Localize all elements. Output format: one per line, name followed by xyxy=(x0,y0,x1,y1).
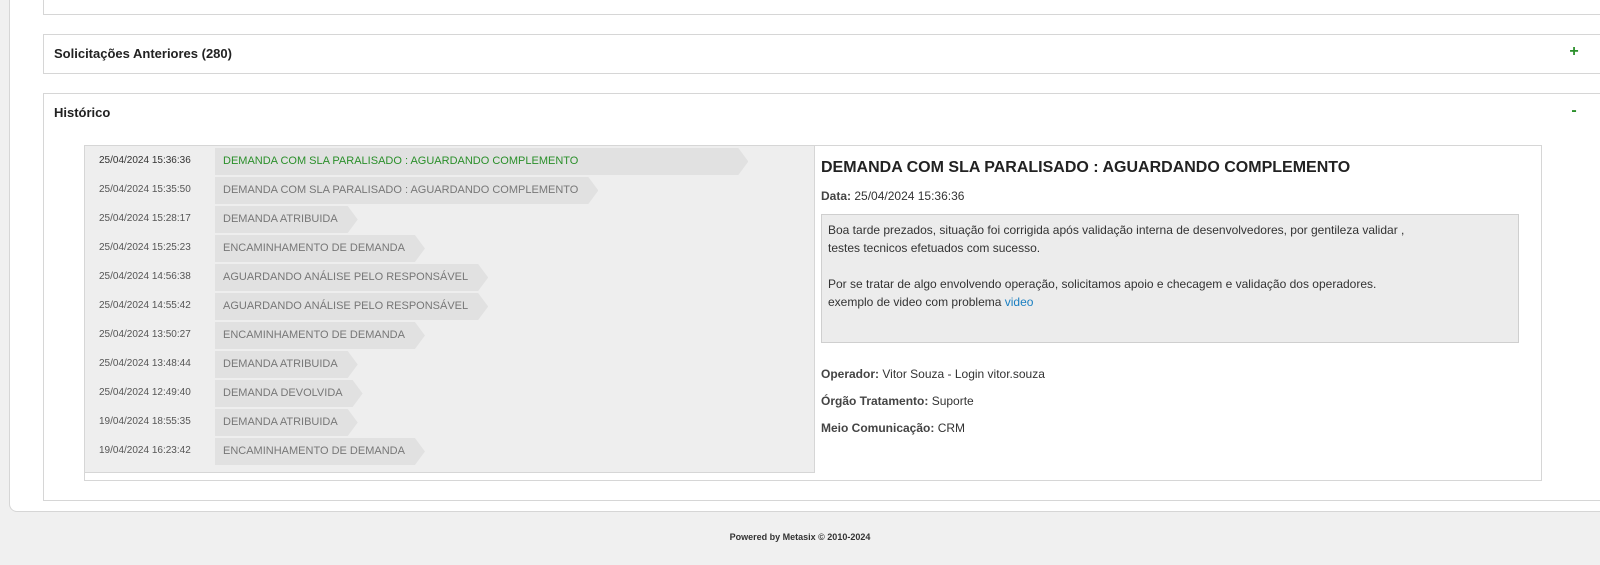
timeline-status: ENCAMINHAMENTO DE DEMANDA xyxy=(215,322,425,349)
video-link[interactable]: video xyxy=(1005,295,1034,309)
timeline-date: 25/04/2024 12:49:40 xyxy=(99,387,191,398)
panel-history: Histórico - 25/04/2024 15:36:36 DEMANDA … xyxy=(43,93,1600,501)
panel-previous-requests: Solicitações Anteriores (280) + xyxy=(43,34,1600,74)
message-line: Boa tarde prezados, situação foi corrigi… xyxy=(828,223,1405,237)
timeline-row[interactable]: 25/04/2024 13:50:27 ENCAMINHAMENTO DE DE… xyxy=(85,320,815,349)
timeline-row[interactable]: 19/04/2024 16:23:42 ENCAMINHAMENTO DE DE… xyxy=(85,436,815,465)
history-detail: DEMANDA COM SLA PARALISADO : AGUARDANDO … xyxy=(821,146,1537,476)
panel-previous-requests-title[interactable]: Solicitações Anteriores (280) xyxy=(54,46,232,61)
message-line: Por se tratar de algo envolvendo operaçã… xyxy=(828,277,1377,291)
detail-operator: Operador: Vitor Souza - Login vitor.souz… xyxy=(821,367,1045,381)
timeline-row[interactable]: 25/04/2024 15:35:50 DEMANDA COM SLA PARA… xyxy=(85,175,815,204)
operator-label: Operador: xyxy=(821,367,880,381)
timeline-date: 25/04/2024 13:48:44 xyxy=(99,358,191,369)
footer-powered-by: Powered by Metasix © 2010-2024 xyxy=(729,532,871,542)
timeline-row[interactable]: 25/04/2024 15:28:17 DEMANDA ATRIBUIDA xyxy=(85,204,815,233)
channel-value: CRM xyxy=(937,421,966,435)
timeline-row[interactable]: 25/04/2024 12:49:40 DEMANDA DEVOLVIDA xyxy=(85,378,815,407)
timeline-date: 25/04/2024 15:35:50 xyxy=(99,184,191,195)
timeline-status: DEMANDA DEVOLVIDA xyxy=(215,380,363,407)
timeline-date: 25/04/2024 15:25:23 xyxy=(99,242,191,253)
timeline-date: 19/04/2024 18:55:35 xyxy=(99,416,191,427)
detail-channel: Meio Comunicação: CRM xyxy=(821,421,965,435)
timeline-status: DEMANDA ATRIBUIDA xyxy=(215,351,358,378)
timeline-date: 25/04/2024 14:55:42 xyxy=(99,300,191,311)
timeline-row[interactable]: 25/04/2024 15:25:23 ENCAMINHAMENTO DE DE… xyxy=(85,233,815,262)
timeline-row[interactable]: 25/04/2024 15:36:36 DEMANDA COM SLA PARA… xyxy=(85,146,815,175)
operator-value: Vitor Souza - Login vitor.souza xyxy=(882,367,1045,381)
org-label: Órgão Tratamento: xyxy=(821,394,929,408)
detail-date-label: Data: xyxy=(821,189,852,203)
history-container: 25/04/2024 15:36:36 DEMANDA COM SLA PARA… xyxy=(84,145,1542,481)
expand-icon[interactable]: + xyxy=(1567,43,1581,61)
detail-date: Data: 25/04/2024 15:36:36 xyxy=(821,189,964,203)
collapse-icon[interactable]: - xyxy=(1567,102,1581,120)
message-line: testes tecnicos efetuados com sucesso. xyxy=(828,241,1041,255)
timeline-status: ENCAMINHAMENTO DE DEMANDA xyxy=(215,235,425,262)
timeline-row[interactable]: 25/04/2024 14:56:38 AGUARDANDO ANÁLISE P… xyxy=(85,262,815,291)
timeline-row[interactable]: 19/04/2024 18:55:35 DEMANDA ATRIBUIDA xyxy=(85,407,815,436)
detail-org: Órgão Tratamento: Suporte xyxy=(821,394,974,408)
timeline-date: 25/04/2024 15:36:36 xyxy=(99,155,191,166)
timeline-date: 25/04/2024 14:56:38 xyxy=(99,271,191,282)
timeline-date: 25/04/2024 15:28:17 xyxy=(99,213,191,224)
timeline-status: ENCAMINHAMENTO DE DEMANDA xyxy=(215,438,425,465)
panel-history-title[interactable]: Histórico xyxy=(54,105,110,120)
org-value: Suporte xyxy=(931,394,974,408)
panel-collapsed-top xyxy=(43,0,1600,15)
timeline-date: 25/04/2024 13:50:27 xyxy=(99,329,191,340)
detail-date-value: 25/04/2024 15:36:36 xyxy=(854,189,965,203)
channel-label: Meio Comunicação: xyxy=(821,421,935,435)
message-line-text: exemplo de video com problema xyxy=(828,295,1005,309)
detail-message: Boa tarde prezados, situação foi corrigi… xyxy=(821,214,1519,343)
timeline-status: DEMANDA COM SLA PARALISADO : AGUARDANDO … xyxy=(215,148,748,175)
detail-title: DEMANDA COM SLA PARALISADO : AGUARDANDO … xyxy=(821,159,1351,176)
timeline-row[interactable]: 25/04/2024 13:48:44 DEMANDA ATRIBUIDA xyxy=(85,349,815,378)
timeline-status: DEMANDA ATRIBUIDA xyxy=(215,409,358,436)
timeline-status: AGUARDANDO ANÁLISE PELO RESPONSÁVEL xyxy=(215,264,488,291)
timeline-status: DEMANDA COM SLA PARALISADO : AGUARDANDO … xyxy=(215,177,598,204)
timeline-date: 19/04/2024 16:23:42 xyxy=(99,445,191,456)
timeline-status: AGUARDANDO ANÁLISE PELO RESPONSÁVEL xyxy=(215,293,488,320)
message-line: exemplo de video com problema video xyxy=(828,293,1512,311)
history-timeline: 25/04/2024 15:36:36 DEMANDA COM SLA PARA… xyxy=(85,146,815,473)
timeline-row[interactable]: 25/04/2024 14:55:42 AGUARDANDO ANÁLISE P… xyxy=(85,291,815,320)
timeline-status: DEMANDA ATRIBUIDA xyxy=(215,206,358,233)
